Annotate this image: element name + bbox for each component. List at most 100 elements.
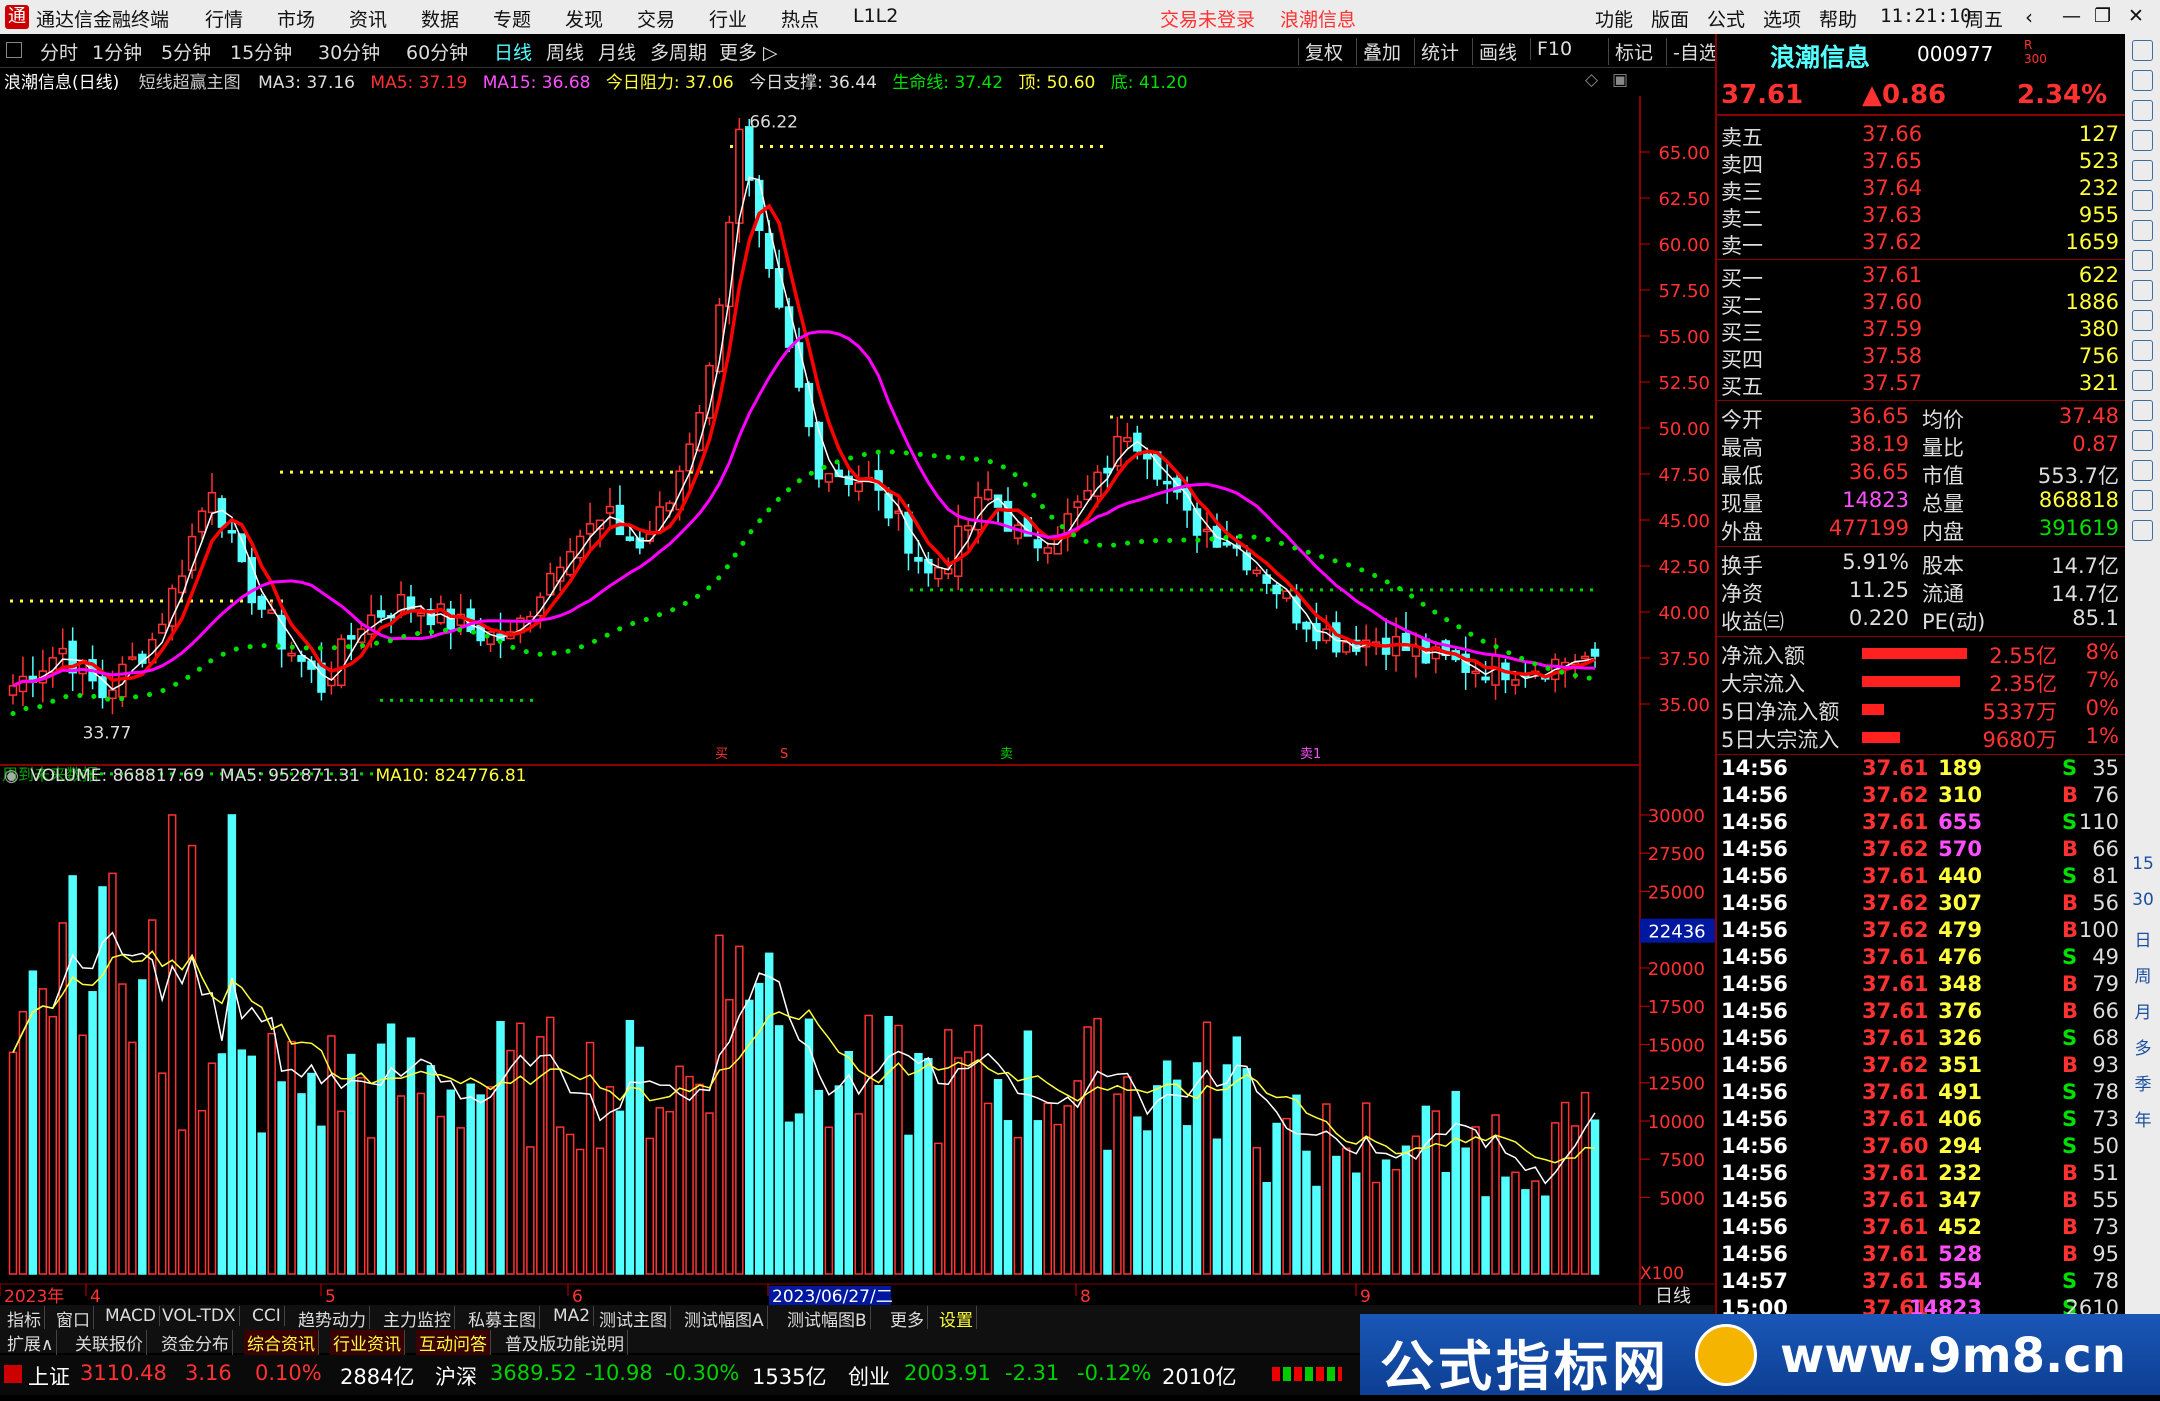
info-tab-0[interactable]: 扩展∧ — [4, 1330, 58, 1355]
indicator-tab-9[interactable]: 测试主图 — [596, 1306, 671, 1331]
sh-name[interactable]: 上证 — [28, 1361, 70, 1391]
info-tab-3[interactable]: 综合资讯 — [244, 1330, 319, 1355]
right-menu-item[interactable]: 帮助 — [1819, 5, 1857, 32]
indicator-tab-7[interactable]: 私募主图 — [465, 1306, 540, 1331]
tab-period-3[interactable]: 15分钟 — [230, 38, 292, 65]
toolbar-icon[interactable] — [2132, 340, 2153, 361]
indicator-tab-10[interactable]: 测试幅图A — [681, 1306, 768, 1331]
right-menu-item[interactable]: 版面 — [1651, 5, 1689, 32]
back-icon[interactable]: ‹ — [2025, 5, 2033, 29]
ask-label: 卖三 — [1721, 180, 1763, 204]
toolbar-period-icon[interactable]: 日 — [2131, 926, 2155, 951]
sidebar-toggle-icon[interactable] — [6, 42, 22, 58]
kline-chart[interactable]: 65.00 62.50 60.00 57.50 55.00 52.50 50.00 47.50… — [0, 96, 1715, 1306]
toolbar-icon[interactable] — [2132, 280, 2153, 301]
tab-period-9[interactable]: 多周期 — [650, 38, 707, 65]
login-status[interactable]: 交易未登录 — [1160, 5, 1255, 32]
toolbar-icon[interactable] — [2132, 160, 2153, 181]
tab-period-7[interactable]: 周线 — [546, 38, 584, 65]
quote-change: ▲0.86 — [1862, 80, 1947, 110]
toolbar-icon[interactable] — [2132, 40, 2153, 61]
toolbar-icon[interactable] — [2132, 400, 2153, 421]
indicator-tab-4[interactable]: CCI — [249, 1306, 285, 1326]
toolbar-icon[interactable] — [2132, 220, 2153, 241]
toolbar-period-icon[interactable]: 15 — [2131, 854, 2155, 874]
menu-item[interactable]: 资讯 — [349, 5, 387, 32]
indicator-tab-0[interactable]: 指标 — [4, 1306, 45, 1331]
tool-button-4[interactable]: F10 — [1530, 38, 1572, 60]
chart-close-icon[interactable]: ▣ — [1612, 70, 1628, 90]
indicator-tab-12[interactable]: 更多 — [887, 1306, 928, 1331]
tool-button-5[interactable]: 标记 — [1608, 38, 1653, 65]
indicator-tab-13[interactable]: 设置 — [936, 1306, 977, 1331]
toolbar-icon[interactable] — [2132, 100, 2153, 121]
toolbar-icon[interactable] — [2132, 130, 2153, 151]
toolbar-icon[interactable] — [2132, 520, 2153, 541]
info-tab-2[interactable]: 资金分布 — [158, 1330, 233, 1355]
right-menu-item[interactable]: 公式 — [1707, 5, 1745, 32]
indicator-tab-8[interactable]: MA2 — [550, 1306, 595, 1326]
minimize-icon[interactable]: — — [2062, 5, 2081, 27]
right-menu-item[interactable]: 选项 — [1763, 5, 1801, 32]
more-arrow-icon[interactable]: ▷ — [757, 42, 778, 64]
right-menu-item[interactable]: 功能 — [1595, 5, 1633, 32]
tool-button-3[interactable]: 画线 — [1472, 38, 1517, 65]
toolbar-icon[interactable] — [2132, 370, 2153, 391]
info-tab-1[interactable]: 关联报价 — [72, 1330, 147, 1355]
toolbar-icon[interactable] — [2132, 190, 2153, 211]
info-tab-5[interactable]: 互动问答 — [416, 1330, 491, 1355]
menu-item[interactable]: 发现 — [565, 5, 603, 32]
tab-period-6[interactable]: 日线 — [494, 38, 532, 65]
toolbar-icon[interactable] — [2132, 250, 2153, 271]
tool-button-6[interactable]: -自选 — [1666, 38, 1718, 65]
tool-button-1[interactable]: 叠加 — [1356, 38, 1401, 65]
tab-period-4[interactable]: 30分钟 — [318, 38, 380, 65]
toolbar-period-icon[interactable]: 多 — [2131, 1034, 2155, 1059]
tab-period-5[interactable]: 60分钟 — [406, 38, 468, 65]
toolbar-icon[interactable] — [2132, 310, 2153, 331]
toolbar-icon[interactable] — [2132, 430, 2153, 451]
tab-period-8[interactable]: 月线 — [598, 38, 636, 65]
tick-volume: 310 — [1938, 783, 1982, 807]
indicator-tab-2[interactable]: MACD — [102, 1306, 160, 1326]
indicator-tab-6[interactable]: 主力监控 — [380, 1306, 455, 1331]
toolbar-period-icon[interactable]: 30 — [2131, 890, 2155, 910]
info-tab-6[interactable]: 普及版功能说明 — [502, 1330, 628, 1355]
restore-icon[interactable]: ❐ — [2094, 5, 2111, 27]
indicator-tab-3[interactable]: VOL-TDX — [159, 1306, 240, 1326]
indicator-name[interactable]: 短线超赢主图 — [139, 73, 241, 93]
toolbar-icon[interactable] — [2132, 490, 2153, 511]
date-axis-period[interactable]: 日线 — [1655, 1286, 1691, 1306]
toolbar-period-icon[interactable]: 月 — [2131, 998, 2155, 1023]
menu-item[interactable]: 交易 — [637, 5, 675, 32]
menu-item[interactable]: 行业 — [709, 5, 747, 32]
menu-item[interactable]: 数据 — [421, 5, 459, 32]
tab-period-1[interactable]: 1分钟 — [92, 38, 142, 65]
info-tab-4[interactable]: 行业资讯 — [330, 1330, 405, 1355]
menu-item[interactable]: 行情 — [205, 5, 243, 32]
toolbar-icon[interactable] — [2132, 70, 2153, 91]
close-icon[interactable]: ✕ — [2128, 5, 2144, 27]
tab-period-10[interactable]: 更多 ▷ — [719, 38, 778, 65]
menu-item[interactable]: L1L2 — [853, 5, 898, 27]
menu-item[interactable]: 热点 — [781, 5, 819, 32]
menu-item[interactable]: 市场 — [277, 5, 315, 32]
toolbar-icon[interactable] — [2132, 460, 2153, 481]
tool-button-2[interactable]: 统计 — [1414, 38, 1459, 65]
toolbar-period-icon[interactable]: 季 — [2131, 1070, 2155, 1095]
chart-expand-icon[interactable]: ◇ — [1585, 70, 1598, 90]
tab-period-0[interactable]: 分时 — [40, 38, 78, 65]
menu-item[interactable]: 专题 — [493, 5, 531, 32]
hs-name[interactable]: 沪深 — [435, 1361, 477, 1391]
tool-button-0[interactable]: 复权 — [1298, 38, 1343, 65]
indicator-tab-1[interactable]: 窗口 — [53, 1306, 94, 1331]
volume-menu-icon[interactable]: ◉ — [4, 766, 19, 786]
hs-pct: -0.30% — [665, 1361, 740, 1385]
toolbar-period-icon[interactable]: 周 — [2131, 962, 2155, 987]
volume-bar — [1252, 1146, 1261, 1275]
indicator-tab-5[interactable]: 趋势动力 — [295, 1306, 370, 1331]
cy-name[interactable]: 创业 — [848, 1361, 890, 1391]
toolbar-period-icon[interactable]: 年 — [2131, 1106, 2155, 1131]
indicator-tab-11[interactable]: 测试幅图B — [784, 1306, 871, 1331]
tab-period-2[interactable]: 5分钟 — [161, 38, 211, 65]
